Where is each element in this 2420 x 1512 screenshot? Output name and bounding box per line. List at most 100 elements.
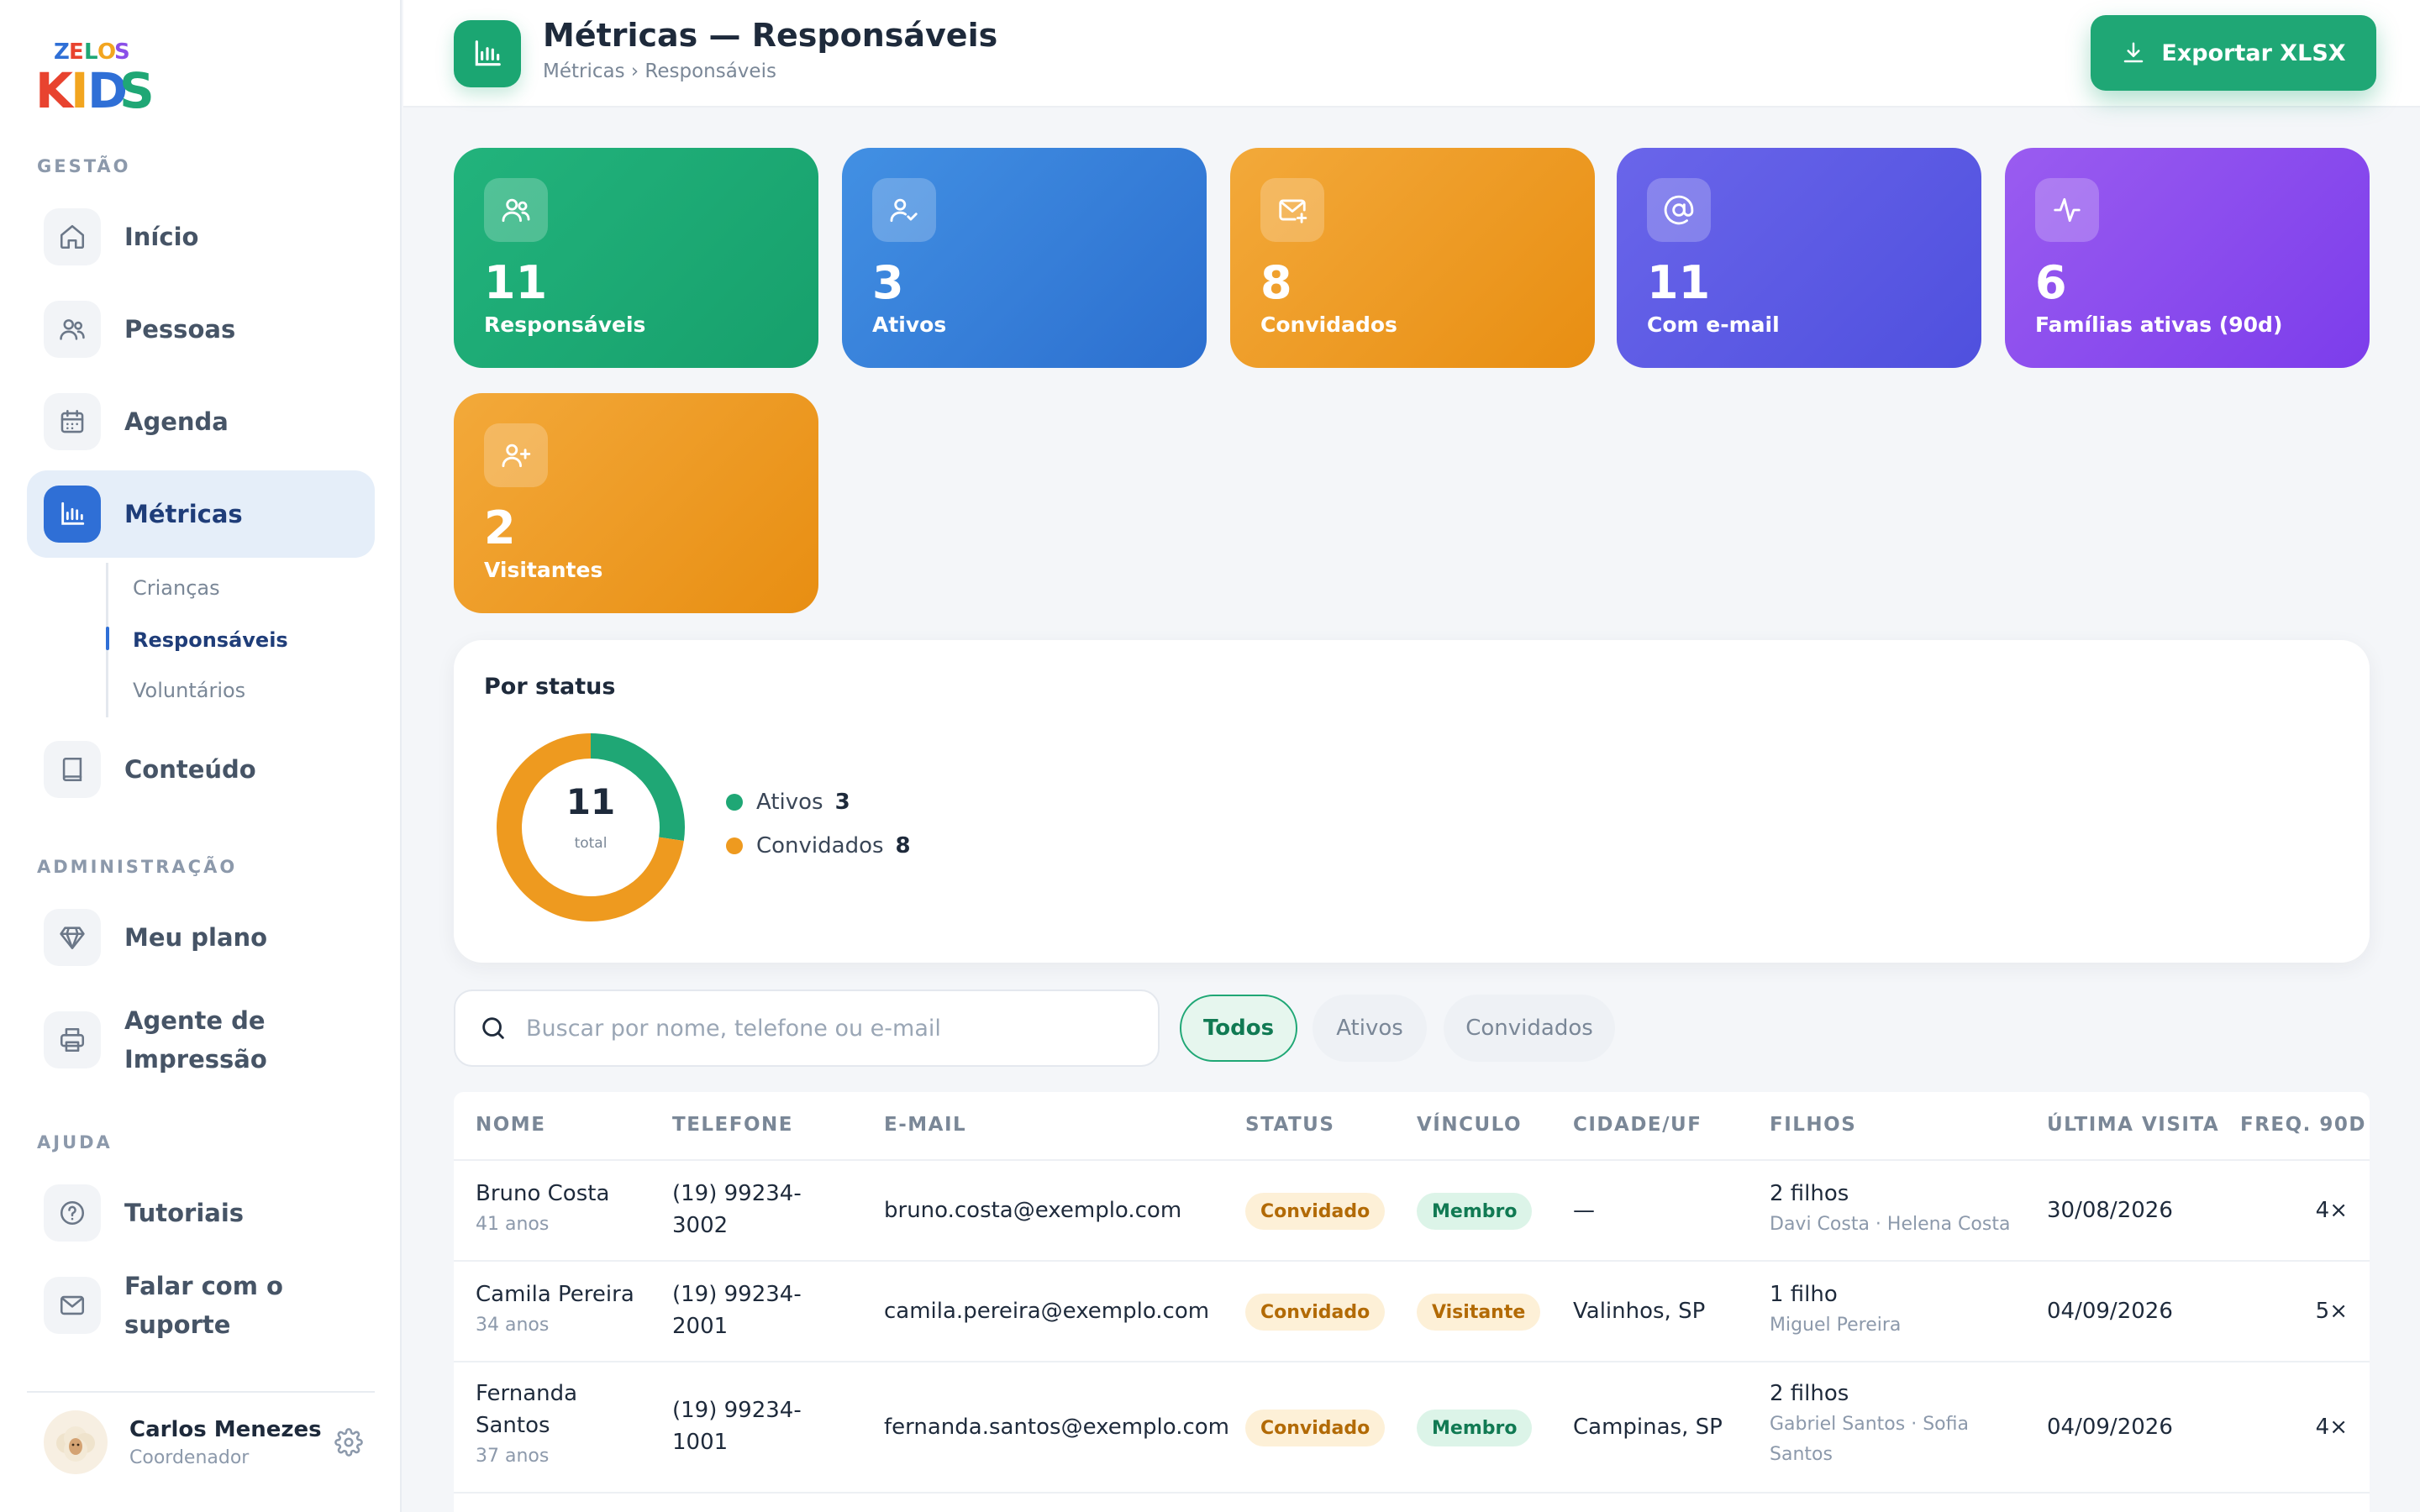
column-header-filhos[interactable]: FILHOS — [1770, 1114, 1856, 1136]
sidebar-item-label: Pessoas — [124, 315, 236, 344]
kpi-label: Com e-mail — [1647, 312, 1780, 337]
kpi-card-com-email[interactable]: 11 Com e-mail — [1617, 148, 1981, 368]
printer-icon — [44, 1011, 101, 1068]
bar-chart-icon — [454, 20, 521, 87]
kpi-card-convidados[interactable]: 8 Convidados — [1230, 148, 1595, 368]
responsaveis-table: NOME TELEFONE E-MAIL STATUS VÍNCULO CIDA… — [454, 1092, 2370, 1512]
sidebar-item-tutoriais[interactable]: Tutoriais — [27, 1169, 375, 1257]
filter-ativos[interactable]: Ativos — [1313, 995, 1427, 1062]
cell-filhos: 2 filhos Davi Costa · Helena Costa — [1770, 1181, 2011, 1235]
kpi-card-responsaveis[interactable]: 11 Responsáveis — [454, 148, 818, 368]
help-circle-icon — [44, 1184, 101, 1242]
search-input[interactable]: Buscar por nome, telefone ou e-mail — [526, 1016, 941, 1042]
column-header-telefone[interactable]: TELEFONE — [672, 1114, 793, 1136]
table-row[interactable] — [454, 1492, 2370, 1512]
user-role: Coordenador — [129, 1446, 250, 1468]
submenu-item-responsaveis[interactable]: Responsáveis — [133, 628, 288, 652]
kpi-label: Ativos — [872, 312, 947, 337]
column-header-cidade[interactable]: CIDADE/UF — [1573, 1114, 1702, 1136]
sidebar-item-conteudo[interactable]: Conteúdo — [27, 726, 375, 813]
cell-email[interactable]: camila.pereira@exemplo.com — [884, 1295, 1209, 1327]
kpi-label: Responsáveis — [484, 312, 646, 337]
kpi-label: Famílias ativas (90d) — [2035, 312, 2283, 337]
cell-freq: 4× — [2315, 1415, 2348, 1440]
cell-telefone: (19) 99234- 3002 — [672, 1181, 802, 1238]
table-row[interactable]: Fernanda Santos 37 anos (19) 99234- 1001 … — [454, 1361, 2370, 1492]
kpi-value: 11 — [1647, 256, 1711, 309]
sidebar-item-pessoas[interactable]: Pessoas — [27, 286, 375, 373]
legend-label: Ativos — [756, 790, 823, 815]
cell-nome: Bruno Costa 41 anos — [476, 1181, 610, 1235]
sidebar-item-label: Falar com o suporte — [124, 1272, 283, 1339]
legend-value: 8 — [895, 833, 911, 858]
filter-convidados[interactable]: Convidados — [1444, 995, 1615, 1062]
top-bar: Métricas — Responsáveis Métricas › Respo… — [403, 0, 2420, 108]
user-name: Carlos Menezes — [129, 1416, 322, 1442]
svg-text:S: S — [119, 62, 153, 118]
cell-cidade: Campinas, SP — [1573, 1415, 1723, 1440]
submenu-item-voluntarios[interactable]: Voluntários — [133, 679, 245, 702]
column-header-status[interactable]: STATUS — [1245, 1114, 1334, 1136]
sidebar: Z E L O S K I D S GESTÃO Início Pessoas … — [0, 0, 402, 1512]
cell-cidade: — — [1573, 1198, 1595, 1223]
table-row[interactable]: Camila Pereira 34 anos (19) 99234- 2001 c… — [454, 1260, 2370, 1361]
settings-gear-icon[interactable] — [334, 1428, 363, 1457]
search-icon — [479, 1014, 508, 1042]
column-header-nome[interactable]: NOME — [476, 1114, 545, 1136]
svg-text:L: L — [84, 39, 98, 65]
activity-icon — [2035, 178, 2099, 242]
breadcrumb[interactable]: Métricas › Responsáveis — [543, 60, 776, 82]
mail-plus-icon — [1260, 178, 1324, 242]
sidebar-item-inicio[interactable]: Início — [27, 193, 375, 281]
vinculo-badge: Membro — [1417, 1193, 1533, 1230]
status-badge: Convidado — [1245, 1294, 1386, 1331]
table-row[interactable]: Bruno Costa 41 anos (19) 99234- 3002 brun… — [454, 1159, 2370, 1260]
sidebar-item-suporte[interactable]: Falar com o suporte — [27, 1262, 375, 1349]
submenu-active-marker — [106, 627, 109, 650]
home-icon — [44, 208, 101, 265]
zelos-kids-logo[interactable]: Z E L O S K I D S — [35, 34, 153, 118]
export-xlsx-button[interactable]: Exportar XLSX — [2091, 15, 2376, 91]
status-donut-chart — [497, 733, 685, 921]
avatar[interactable] — [44, 1410, 108, 1474]
submenu-item-criancas[interactable]: Crianças — [133, 576, 220, 600]
cell-email[interactable]: bruno.costa@exemplo.com — [884, 1194, 1181, 1226]
status-badge: Convidado — [1245, 1193, 1386, 1230]
kpi-label: Visitantes — [484, 558, 603, 582]
donut-total: 11 — [566, 781, 616, 822]
column-header-freq[interactable]: FREQ. 90D — [2240, 1114, 2366, 1136]
cell-freq: 5× — [2315, 1299, 2348, 1324]
cell-filhos: 1 filho Miguel Pereira — [1770, 1282, 1902, 1336]
sidebar-item-metricas[interactable]: Métricas — [27, 470, 375, 558]
sidebar-item-label: Meu plano — [124, 923, 268, 952]
sidebar-item-agenda[interactable]: Agenda — [27, 378, 375, 465]
user-plus-icon — [484, 423, 548, 487]
bar-chart-icon — [44, 486, 101, 543]
vinculo-badge: Membro — [1417, 1410, 1533, 1446]
filter-todos[interactable]: Todos — [1180, 995, 1297, 1062]
cell-nome: Fernanda Santos 37 anos — [476, 1381, 578, 1467]
search-box[interactable]: Buscar por nome, telefone ou e-mail — [454, 990, 1160, 1067]
svg-text:S: S — [114, 39, 130, 65]
cell-email[interactable]: fernanda.santos@exemplo.com — [884, 1411, 1229, 1443]
kpi-value: 6 — [2035, 256, 2067, 309]
section-title-ajuda: AJUDA — [37, 1132, 113, 1152]
sidebar-item-agente-impressao[interactable]: Agente de Impressão — [27, 996, 375, 1084]
kpi-value: 3 — [872, 256, 904, 309]
panel-title: Por status — [484, 674, 616, 700]
users-icon — [484, 178, 548, 242]
kpi-card-visitantes[interactable]: 2 Visitantes — [454, 393, 818, 613]
mail-icon — [44, 1277, 101, 1334]
column-header-vinculo[interactable]: VÍNCULO — [1417, 1114, 1522, 1136]
section-title-gestao: GESTÃO — [37, 156, 131, 176]
kpi-card-familias-ativas[interactable]: 6 Famílias ativas (90d) — [2005, 148, 2370, 368]
column-header-email[interactable]: E-MAIL — [884, 1114, 966, 1136]
sidebar-item-meu-plano[interactable]: Meu plano — [27, 894, 375, 981]
kpi-card-ativos[interactable]: 3 Ativos — [842, 148, 1207, 368]
cell-ultima-visita: 04/09/2026 — [2047, 1299, 2173, 1324]
download-icon — [2124, 42, 2144, 63]
column-header-ultima-visita[interactable]: ÚLTIMA VISITA — [2047, 1114, 2219, 1136]
legend-item-ativos: Ativos 3 — [726, 790, 850, 815]
cell-cidade: Valinhos, SP — [1573, 1299, 1706, 1324]
kpi-value: 2 — [484, 501, 516, 554]
